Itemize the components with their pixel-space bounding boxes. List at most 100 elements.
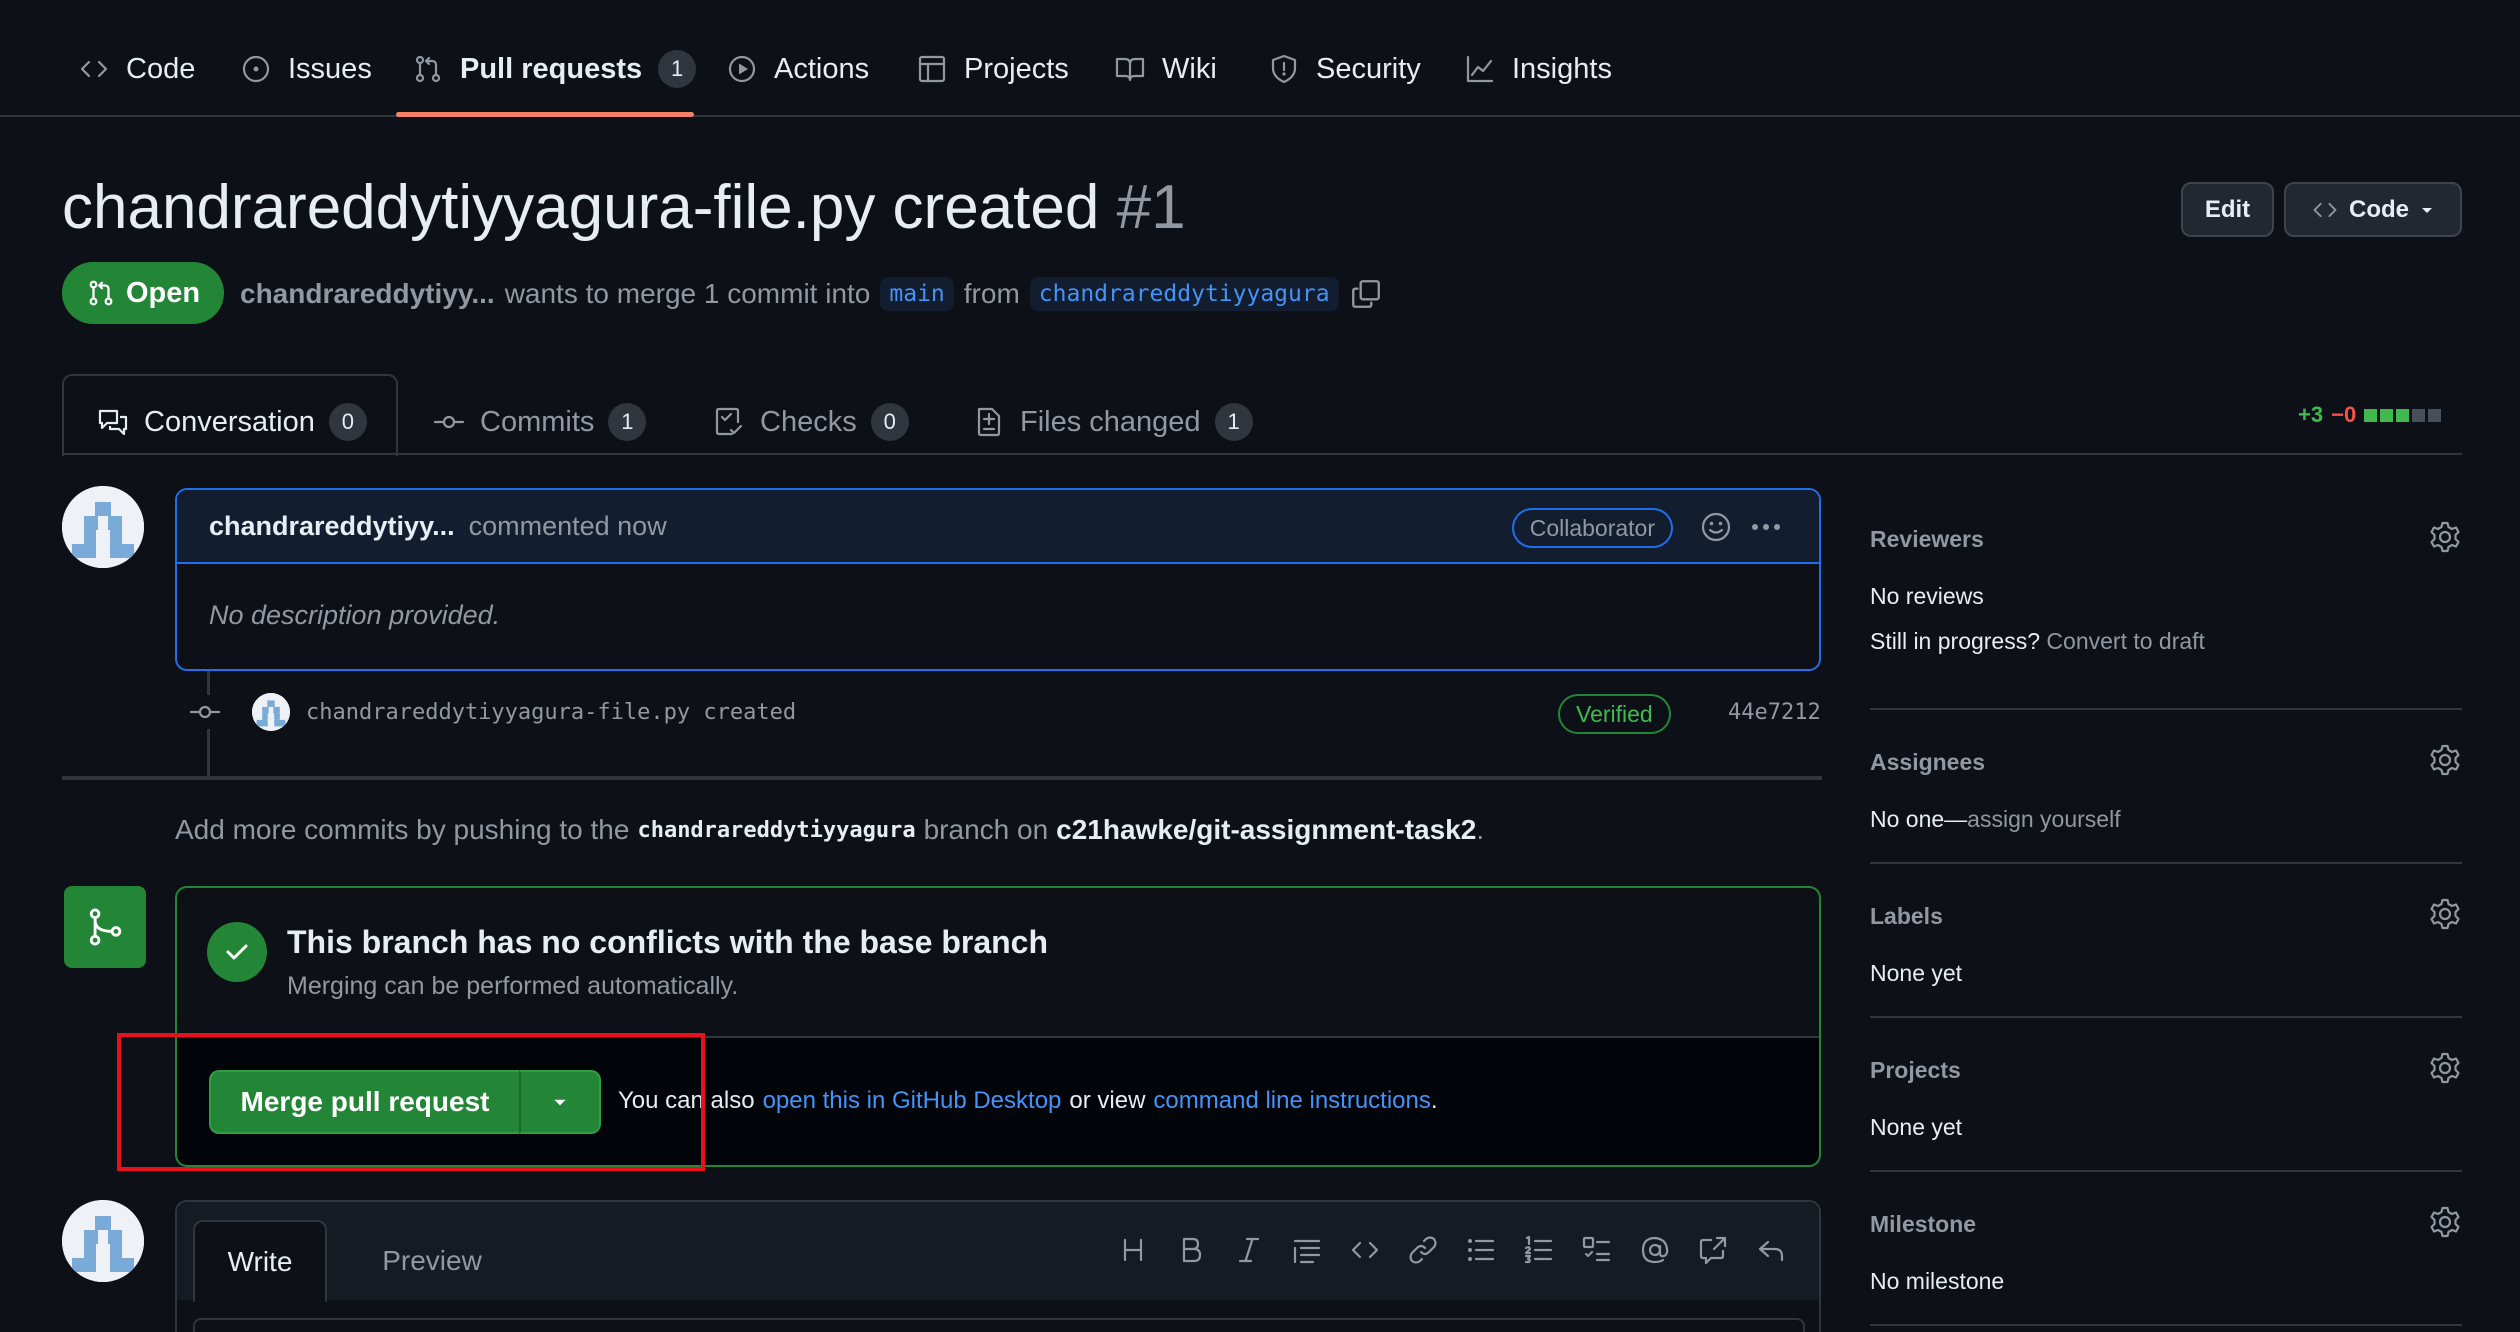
head-branch[interactable]: chandrareddytiyyagura <box>1029 277 1339 311</box>
caret-down-icon <box>551 1093 569 1111</box>
comment-textarea[interactable] <box>193 1318 1805 1332</box>
timeline-separator <box>62 776 1822 780</box>
add-more-prefix: Add more commits by pushing to the <box>175 814 630 845</box>
commit-author-avatar[interactable] <box>252 693 290 731</box>
merge-actions: Merge pull request You can also open thi… <box>177 1038 1819 1165</box>
merge-alt-suffix: . <box>1430 1087 1438 1114</box>
nav-wiki[interactable]: Wiki <box>1114 42 1217 96</box>
diffstat-deletions: −0 <box>2331 402 2357 427</box>
write-tab[interactable]: Write <box>193 1220 327 1302</box>
reviewers-title[interactable]: Reviewers <box>1870 526 2462 553</box>
nav-projects[interactable]: Projects <box>916 42 1069 96</box>
issue-icon <box>240 53 272 85</box>
reviewers-value: No reviews <box>1870 583 1984 609</box>
tab-commits-label: Commits <box>480 405 595 438</box>
verified-badge[interactable]: Verified <box>1558 694 1671 734</box>
comment-author[interactable]: chandrareddytiyy... <box>209 511 455 542</box>
milestone-title[interactable]: Milestone <box>1870 1211 2462 1238</box>
commit-icon <box>432 405 466 439</box>
check-circle <box>207 922 267 982</box>
pr-author-link[interactable]: chandrareddytiyy... <box>240 278 495 310</box>
unordered-list-icon[interactable] <box>1465 1234 1497 1266</box>
task-list-icon[interactable] <box>1581 1234 1613 1266</box>
projects-value: None yet <box>1870 1114 1963 1140</box>
commit-sha-link[interactable]: 44e7212 <box>1728 700 1821 725</box>
diffstat: +3 −0 <box>2298 402 2442 428</box>
merge-status: This branch has no conflicts with the ba… <box>177 888 1819 1038</box>
nav-issues-label: Issues <box>288 52 372 85</box>
nav-security[interactable]: Security <box>1268 42 1421 96</box>
comment-body: No description provided. <box>209 600 501 630</box>
tab-conversation-count: 0 <box>328 403 367 441</box>
nav-code-label: Code <box>126 52 196 85</box>
checklist-icon <box>712 405 746 439</box>
heading-icon[interactable] <box>1117 1234 1149 1266</box>
command-line-instructions-link[interactable]: command line instructions <box>1153 1087 1430 1115</box>
reply-icon[interactable] <box>1755 1234 1787 1266</box>
copy-icon[interactable] <box>1349 277 1383 311</box>
add-more-repo: c21hawke/git-assignment-task2 <box>1056 814 1477 845</box>
gear-icon[interactable] <box>2428 897 2462 931</box>
commit-message-link[interactable]: chandrareddytiyyagura-file.py created <box>306 700 796 725</box>
gear-icon[interactable] <box>2428 743 2462 777</box>
projects-title[interactable]: Projects <box>1870 1057 2462 1084</box>
italic-icon[interactable] <box>1233 1234 1265 1266</box>
add-more-suffix: . <box>1476 814 1485 845</box>
open-in-desktop-link[interactable]: open this in GitHub Desktop <box>763 1087 1062 1115</box>
nav-actions[interactable]: Actions <box>726 42 869 96</box>
sidebar-divider <box>1870 1170 2462 1172</box>
avatar[interactable] <box>62 1200 144 1282</box>
ordered-list-icon[interactable] <box>1523 1234 1555 1266</box>
comment-timestamp[interactable]: commented now <box>469 511 667 542</box>
tabs-divider <box>62 453 2462 455</box>
assignees-none: No one— <box>1870 806 1968 832</box>
code-dropdown-button[interactable]: Code <box>2284 182 2462 237</box>
editor-header: Write Preview <box>177 1202 1819 1302</box>
preview-tab[interactable]: Preview <box>357 1220 507 1302</box>
link-icon[interactable] <box>1407 1234 1439 1266</box>
tab-conversation-label: Conversation <box>144 405 315 438</box>
tab-checks[interactable]: Checks 0 <box>712 390 909 454</box>
cross-reference-icon[interactable] <box>1697 1234 1729 1266</box>
mention-icon[interactable] <box>1639 1234 1671 1266</box>
nav-insights[interactable]: Insights <box>1464 42 1612 96</box>
merge-pull-request-button[interactable]: Merge pull request <box>209 1070 519 1134</box>
nav-insights-label: Insights <box>1512 52 1612 85</box>
smiley-icon[interactable] <box>1699 510 1733 544</box>
code-icon[interactable] <box>1349 1234 1381 1266</box>
nav-pull-requests[interactable]: Pull requests 1 <box>412 42 697 96</box>
tab-files-changed[interactable]: Files changed 1 <box>972 390 1253 454</box>
assign-yourself-link[interactable]: assign yourself <box>1967 806 2120 832</box>
assignees-title[interactable]: Assignees <box>1870 749 2462 776</box>
base-branch[interactable]: main <box>880 277 954 311</box>
draft-prefix: Still in progress? <box>1870 628 2041 654</box>
convert-to-draft-link[interactable]: Convert to draft <box>2046 628 2205 654</box>
nav-actions-label: Actions <box>774 52 870 85</box>
add-more-repo-link[interactable]: c21hawke/git-assignment-task2. <box>1056 814 1484 846</box>
merge-alt-middle: or view <box>1069 1087 1146 1114</box>
quote-icon[interactable] <box>1291 1234 1323 1266</box>
table-icon <box>916 53 948 85</box>
gear-icon[interactable] <box>2428 520 2462 554</box>
nav-wiki-label: Wiki <box>1162 52 1217 85</box>
avatar[interactable] <box>62 486 144 568</box>
merge-alt-prefix: You can also <box>618 1087 755 1114</box>
sidebar-assignees: Assignees No one—assign yourself <box>1870 744 2462 833</box>
labels-title[interactable]: Labels <box>1870 903 2462 930</box>
pull-request-icon <box>412 53 444 85</box>
bold-icon[interactable] <box>1175 1234 1207 1266</box>
tab-conversation[interactable]: Conversation 0 <box>96 390 367 454</box>
nav-code[interactable]: Code <box>78 42 195 96</box>
merge-method-dropdown[interactable] <box>519 1070 601 1134</box>
add-more-middle: branch on <box>923 814 1049 845</box>
gear-icon[interactable] <box>2428 1205 2462 1239</box>
edit-button[interactable]: Edit <box>2181 182 2274 237</box>
code-button-label: Code <box>2349 195 2409 223</box>
gear-icon[interactable] <box>2428 1051 2462 1085</box>
pull-requests-counter: 1 <box>658 50 697 88</box>
tab-commits[interactable]: Commits 1 <box>432 390 647 454</box>
edit-button-label: Edit <box>2204 195 2251 223</box>
nav-issues[interactable]: Issues <box>240 42 372 96</box>
kebab-horizontal-icon[interactable] <box>1749 510 1783 544</box>
nav-security-label: Security <box>1316 52 1421 85</box>
